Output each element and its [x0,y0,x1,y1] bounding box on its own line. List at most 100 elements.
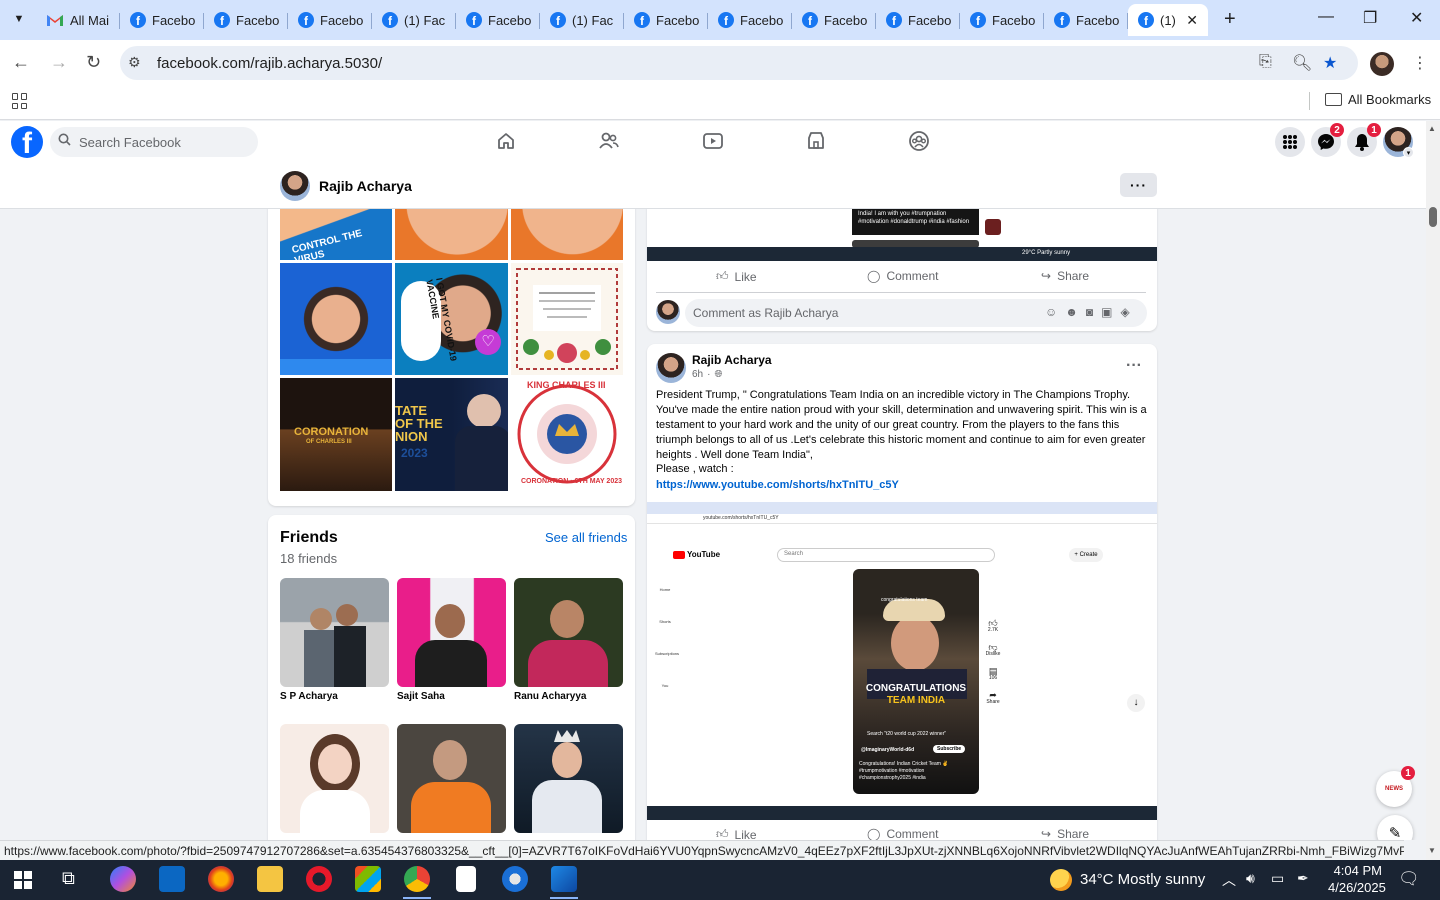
friend-photo[interactable] [280,724,389,833]
scroll-down-arrow-icon[interactable]: ▼ [1428,846,1436,855]
photo-tile[interactable]: CONTROL THE VIRUS [280,209,392,260]
marketplace-icon[interactable] [804,129,828,153]
store-app-icon[interactable] [159,866,185,892]
photo-tile[interactable]: KING CHARLES III CORONATION · 6TH MAY 20… [511,378,623,491]
groups-icon[interactable] [907,129,931,153]
browser-tab[interactable]: All Mai [36,4,120,36]
tray-chevron-icon[interactable]: ︿ [1222,870,1236,890]
all-bookmarks-button[interactable]: All Bookmarks [1325,92,1431,107]
video-icon[interactable] [701,129,725,153]
browser-tab[interactable]: f Facebo [960,4,1044,36]
new-message-icon[interactable]: ✎ [1377,815,1413,840]
browser-tab[interactable]: f (1) ✕ [1128,4,1208,36]
photo-tile[interactable] [511,263,623,375]
start-windows-icon[interactable] [14,871,32,889]
speaker-icon[interactable]: 🔊︎ [1246,870,1255,887]
tab-search-chevron-icon[interactable]: ▼ [6,6,32,32]
network-icon[interactable]: ▭ [1271,870,1284,887]
clock-time[interactable]: 4:04 PM [1330,863,1382,878]
reload-icon[interactable]: ↻ [86,52,101,73]
comment-button[interactable]: ◯ Comment [867,269,938,283]
browser-tab[interactable]: f Facebo [708,4,792,36]
post-youtube-link[interactable]: https://www.youtube.com/shorts/hxTnITU_c… [656,479,899,491]
apps-grid-icon[interactable] [12,93,28,109]
opera-icon[interactable] [306,866,332,892]
browser-tab[interactable]: f Facebo [456,4,540,36]
browser-tab[interactable]: f (1) Fac [372,4,456,36]
media-app-icon[interactable] [502,866,528,892]
browser-tab[interactable]: f Facebo [624,4,708,36]
previous-post-media[interactable]: India! I am with you #trumpnation #motiv… [647,209,1157,261]
facebook-search[interactable] [50,127,258,157]
post-author-avatar[interactable] [656,353,686,383]
page-scrollbar[interactable] [1426,121,1440,860]
comment-tool-icons[interactable]: ☺☻◙▣◈ [1045,305,1138,319]
browser-tab[interactable]: f Facebo [1044,4,1128,36]
browser-menu-icon[interactable]: ⋮ [1412,53,1428,73]
profile-name[interactable]: Rajib Acharya [319,178,412,194]
like-button[interactable]: 👍︎ Like [716,269,757,284]
photo-tile[interactable] [511,209,623,260]
search-input[interactable] [79,134,239,150]
post-image[interactable]: youtube.com/shorts/hxTnITU_c5Y YouTube S… [647,502,1157,822]
browser-tab[interactable]: f Facebo [792,4,876,36]
weather-text[interactable]: 34°C Mostly sunny [1080,871,1205,888]
profile-avatar[interactable] [280,171,310,201]
photo-tile[interactable]: TATE OF THE NION 2023 [395,378,508,491]
back-arrow-icon[interactable]: ← [12,52,30,73]
comment-button[interactable]: ◯ Comment [867,827,938,840]
browser-profile-avatar[interactable] [1370,52,1394,76]
menu-grid-icon[interactable] [1275,127,1305,157]
close-tab-icon[interactable]: ✕ [1186,12,1198,29]
photo-tile[interactable]: CORONATION OF CHARLES III [280,378,392,491]
friend-photo[interactable] [514,578,623,687]
friend-photo[interactable] [397,724,506,833]
new-tab-button[interactable]: + [1224,8,1236,31]
close-window-icon[interactable]: ✕ [1410,8,1423,28]
friend-name[interactable]: Sajit Saha [397,691,445,702]
home-icon[interactable] [494,129,518,153]
photo-tile[interactable]: I GOT MY COVID-19 VACCINE ♡ [395,263,508,375]
scroll-up-icon[interactable]: ▲ [1428,124,1436,133]
ms-store-icon[interactable] [355,866,381,892]
comment-input[interactable]: Comment as Rajib Acharya ☺☻◙▣◈ [685,299,1147,327]
see-all-friends-link[interactable]: See all friends [545,530,627,545]
copilot-icon[interactable] [110,866,136,892]
notification-center-icon[interactable]: 🗨︎ [1398,869,1420,889]
file-explorer-icon[interactable] [257,866,283,892]
browser-tab[interactable]: f Facebo [204,4,288,36]
site-info-icon[interactable]: ⚙ [128,54,141,71]
like-button[interactable]: 👍︎ Like [716,827,757,840]
url-text[interactable]: facebook.com/rajib.acharya.5030/ [157,55,382,72]
chrome-icon[interactable] [404,866,430,892]
friend-name[interactable]: Ranu Acharyya [514,691,586,702]
share-button[interactable]: ↪ Share [1041,269,1089,283]
photo-tile[interactable] [280,263,392,375]
install-app-icon[interactable]: ⎘ [1259,53,1272,71]
minimize-icon[interactable]: — [1318,8,1334,26]
scrollbar-thumb[interactable] [1429,207,1437,227]
browser-tab[interactable]: f Facebo [876,4,960,36]
task-view-icon[interactable]: ⧉ [62,868,75,889]
post-time[interactable]: 6h [692,369,703,380]
profile-more-button[interactable]: ··· [1120,173,1157,197]
share-button[interactable]: ↪ Share [1041,827,1089,840]
maximize-icon[interactable]: ❐ [1363,8,1377,28]
post-author[interactable]: Rajib Acharya [692,353,772,367]
bookmark-star-icon[interactable]: ★ [1323,53,1337,73]
friend-photo[interactable] [514,724,623,833]
photos-app-icon[interactable] [551,866,577,892]
clock-date[interactable]: 4/26/2025 [1328,880,1386,895]
friend-photo[interactable] [397,578,506,687]
friend-photo[interactable] [280,578,389,687]
photo-tile[interactable] [395,209,508,260]
weather-sun-icon[interactable] [1050,869,1072,891]
pen-icon[interactable]: ✒ [1297,870,1309,887]
browser-tab[interactable]: f Facebo [120,4,204,36]
forward-arrow-icon[interactable]: → [50,52,68,73]
friend-name[interactable]: S P Acharya [280,691,338,702]
firefox-icon[interactable] [208,866,234,892]
post-options-icon[interactable]: ··· [1126,357,1142,375]
browser-tab[interactable]: f (1) Fac [540,4,624,36]
browser-tab[interactable]: f Facebo [288,4,372,36]
